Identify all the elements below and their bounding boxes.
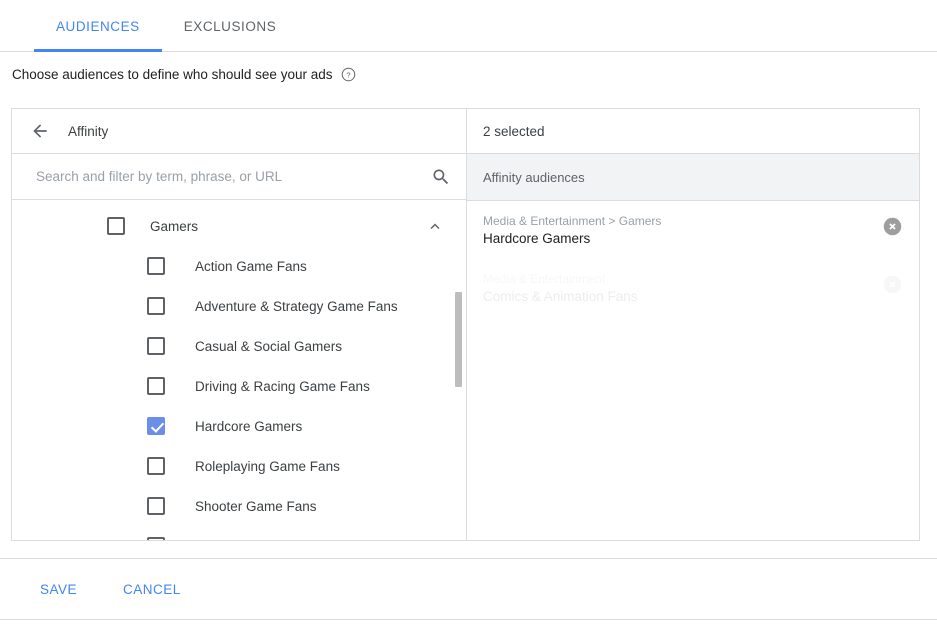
selected-list: Media & Entertainment > Gamers Hardcore … [467, 201, 919, 540]
save-button[interactable]: SAVE [34, 574, 83, 605]
list-item-group-gamers[interactable]: Gamers [12, 206, 466, 246]
cancel-button[interactable]: CANCEL [117, 574, 187, 605]
list-item-label: Driving & Racing Game Fans [195, 378, 370, 394]
checkbox-roleplaying-game-fans[interactable] [147, 457, 165, 475]
list-item-driving-racing-game-fans[interactable]: Driving & Racing Game Fans [12, 366, 466, 406]
list-item-adventure-strategy-game-fans[interactable]: Adventure & Strategy Game Fans [12, 286, 466, 326]
selected-item-name: Comics & Animation Fans [483, 289, 638, 305]
tab-exclusions-label: EXCLUSIONS [183, 18, 277, 34]
list-item-label: Gamers [150, 218, 199, 234]
checkbox-gamers[interactable] [107, 217, 125, 235]
list-item-label: Adventure & Strategy Game Fans [195, 298, 398, 314]
tab-audiences-label: AUDIENCES [56, 18, 140, 34]
audience-list[interactable]: Gamers Action Game Fans Adventure & Stra… [12, 200, 466, 540]
list-item-partial[interactable] [12, 526, 466, 540]
tab-bar: AUDIENCES EXCLUSIONS [0, 0, 937, 52]
svg-text:?: ? [347, 70, 351, 79]
page-title: Affinity [68, 123, 109, 139]
selected-item-hardcore-gamers: Media & Entertainment > Gamers Hardcore … [467, 201, 919, 259]
tab-audiences[interactable]: AUDIENCES [34, 0, 162, 52]
selected-pane: 2 selected Affinity audiences Media & En… [467, 109, 919, 540]
selected-item-comics-animation-fans: Media & Entertainment Comics & Animation… [467, 259, 919, 317]
help-circle-icon[interactable]: ? [341, 67, 356, 82]
list-item-label: Action Game Fans [195, 258, 307, 274]
list-item-label: Hardcore Gamers [195, 418, 303, 434]
close-circle-icon[interactable] [882, 274, 903, 295]
browse-pane: Affinity Gamers [12, 109, 467, 540]
checkbox-action-game-fans[interactable] [147, 257, 165, 275]
selected-item-text: Media & Entertainment Comics & Animation… [483, 271, 882, 307]
selected-item-name: Hardcore Gamers [483, 231, 591, 247]
selected-item-text: Media & Entertainment > Gamers Hardcore … [483, 213, 882, 249]
list-item-label: Roleplaying Game Fans [195, 458, 340, 474]
list-item-label: Casual & Social Gamers [195, 338, 343, 354]
description-text: Choose audiences to define who should se… [12, 67, 333, 82]
checkbox-focus-halo [139, 409, 177, 447]
checkbox-casual-social-gamers[interactable] [147, 337, 165, 355]
list-item-casual-social-gamers[interactable]: Casual & Social Gamers [12, 326, 466, 366]
selected-group-label: Affinity audiences [483, 169, 585, 185]
selected-count: 2 selected [467, 109, 919, 154]
list-item-action-game-fans[interactable]: Action Game Fans [12, 246, 466, 286]
browse-pane-header: Affinity [12, 109, 466, 154]
search-icon[interactable] [431, 167, 451, 187]
list-item-shooter-game-fans[interactable]: Shooter Game Fans [12, 486, 466, 526]
checkbox-driving-racing-game-fans[interactable] [147, 377, 165, 395]
tab-exclusions[interactable]: EXCLUSIONS [162, 0, 299, 52]
list-scrollbar-thumb[interactable] [455, 292, 462, 387]
checkbox-partial[interactable] [147, 537, 165, 540]
list-item-label: Shooter Game Fans [195, 498, 317, 514]
search-row [12, 154, 466, 200]
checkbox-adventure-strategy-game-fans[interactable] [147, 297, 165, 315]
list-item-roleplaying-game-fans[interactable]: Roleplaying Game Fans [12, 446, 466, 486]
list-item-hardcore-gamers[interactable]: Hardcore Gamers [12, 406, 466, 447]
footer-actions: SAVE CANCEL [0, 559, 937, 619]
search-input[interactable] [36, 169, 431, 184]
arrow-left-icon[interactable] [30, 121, 50, 141]
page-description: Choose audiences to define who should se… [0, 52, 937, 96]
selected-count-label: 2 selected [483, 123, 545, 139]
chevron-up-icon[interactable] [426, 217, 444, 235]
breadcrumb: Media & Entertainment [483, 272, 606, 287]
close-circle-icon[interactable] [882, 216, 903, 237]
checkbox-shooter-game-fans[interactable] [147, 497, 165, 515]
audience-picker-card: Affinity Gamers [11, 108, 920, 541]
breadcrumb: Media & Entertainment > Gamers [483, 214, 662, 228]
bottom-divider [0, 619, 937, 620]
selected-group-header: Affinity audiences [467, 154, 919, 201]
list-scrollbar[interactable] [453, 200, 464, 540]
checkbox-hardcore-gamers[interactable] [139, 409, 177, 447]
